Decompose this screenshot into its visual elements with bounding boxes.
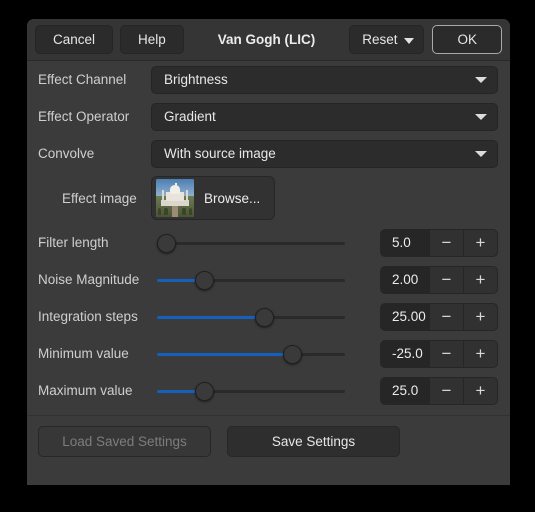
integration-steps-decrement-button[interactable]: − — [429, 303, 463, 330]
plus-icon: + — [475, 233, 486, 252]
minus-icon: − — [441, 307, 452, 326]
page-title: Van Gogh (LIC) — [217, 32, 316, 47]
browse-effect-image-button[interactable]: Browse... — [151, 176, 276, 220]
integration-steps-slider[interactable] — [153, 305, 349, 329]
slider-handle[interactable] — [282, 344, 302, 364]
row-convolve: Convolve With source image — [27, 135, 510, 172]
plus-icon: + — [475, 381, 486, 400]
filter-length-slider[interactable] — [153, 231, 349, 255]
filter-length-increment-button[interactable]: + — [463, 229, 497, 256]
dialog-body: Effect Channel Brightness Effect Operato… — [27, 61, 510, 457]
row-minimum-value: Minimum value -25.0 − + — [27, 335, 510, 372]
browse-button-label: Browse... — [204, 190, 261, 206]
effect-operator-value: Gradient — [164, 109, 216, 124]
noise-magnitude-slider[interactable] — [153, 268, 349, 292]
noise-magnitude-decrement-button[interactable]: − — [429, 266, 463, 293]
label-effect-channel: Effect Channel — [38, 72, 127, 87]
reset-button-label: Reset — [362, 32, 398, 47]
integration-steps-stepper[interactable]: 25.00 − + — [380, 302, 498, 331]
help-button-label: Help — [138, 32, 166, 47]
row-maximum-value: Maximum value 25.0 − + — [27, 372, 510, 409]
minus-icon: − — [441, 233, 452, 252]
label-convolve: Convolve — [38, 146, 95, 161]
minimum-value-decrement-button[interactable]: − — [429, 340, 463, 367]
ok-button[interactable]: OK — [432, 25, 502, 54]
maximum-value-increment-button[interactable]: + — [463, 377, 497, 404]
slider-handle[interactable] — [156, 233, 176, 253]
minus-icon: − — [441, 270, 452, 289]
cancel-button[interactable]: Cancel — [35, 25, 114, 54]
filter-length-decrement-button[interactable]: − — [429, 229, 463, 256]
effect-channel-select[interactable]: Brightness — [151, 65, 498, 94]
row-noise-magnitude: Noise Magnitude 2.00 − + — [27, 261, 510, 298]
help-button[interactable]: Help — [120, 25, 184, 54]
slider-handle[interactable] — [194, 270, 214, 290]
convolve-select[interactable]: With source image — [151, 139, 498, 168]
slider-handle[interactable] — [254, 307, 274, 327]
maximum-value-stepper[interactable]: 25.0 − + — [380, 376, 498, 405]
label-filter-length: Filter length — [38, 235, 109, 250]
minus-icon: − — [441, 344, 452, 363]
filter-length-stepper[interactable]: 5.0 − + — [380, 228, 498, 257]
label-effect-operator: Effect Operator — [38, 109, 130, 124]
ok-button-label: OK — [457, 32, 477, 47]
chevron-down-icon — [475, 113, 487, 120]
dialog-footer: Load Saved Settings Save Settings — [27, 415, 510, 457]
load-saved-settings-button[interactable]: Load Saved Settings — [38, 426, 211, 457]
maximum-value-slider[interactable] — [153, 379, 349, 403]
noise-magnitude-input[interactable]: 2.00 — [381, 266, 429, 293]
reset-dropdown-button[interactable]: Reset — [349, 25, 425, 54]
row-integration-steps: Integration steps 25.00 − + — [27, 298, 510, 335]
save-settings-button[interactable]: Save Settings — [227, 426, 400, 457]
plus-icon: + — [475, 344, 486, 363]
noise-magnitude-stepper[interactable]: 2.00 − + — [380, 265, 498, 294]
minimum-value-input[interactable]: -25.0 — [381, 340, 429, 367]
cancel-button-label: Cancel — [53, 32, 96, 47]
row-effect-channel: Effect Channel Brightness — [27, 61, 510, 98]
convolve-value: With source image — [164, 146, 276, 161]
label-effect-image: Effect image — [62, 190, 137, 206]
minimum-value-slider[interactable] — [153, 342, 349, 366]
van-gogh-lic-dialog: Cancel Help Van Gogh (LIC) Reset OK Effe… — [27, 19, 510, 485]
dialog-header-bar: Cancel Help Van Gogh (LIC) Reset OK — [27, 19, 510, 61]
label-noise-magnitude: Noise Magnitude — [38, 272, 140, 287]
row-effect-operator: Effect Operator Gradient — [27, 98, 510, 135]
integration-steps-increment-button[interactable]: + — [463, 303, 497, 330]
label-integration-steps: Integration steps — [38, 309, 138, 324]
minimum-value-stepper[interactable]: -25.0 − + — [380, 339, 498, 368]
minimum-value-increment-button[interactable]: + — [463, 340, 497, 367]
load-saved-settings-label: Load Saved Settings — [62, 434, 187, 449]
maximum-value-input[interactable]: 25.0 — [381, 377, 429, 404]
save-settings-label: Save Settings — [271, 434, 356, 449]
taj-mahal-thumbnail-icon — [156, 179, 194, 217]
effect-operator-select[interactable]: Gradient — [151, 102, 498, 131]
chevron-down-icon — [404, 37, 415, 44]
chevron-down-icon — [475, 150, 487, 157]
maximum-value-decrement-button[interactable]: − — [429, 377, 463, 404]
integration-steps-input[interactable]: 25.00 — [381, 303, 429, 330]
minus-icon: − — [441, 381, 452, 400]
chevron-down-icon — [475, 76, 487, 83]
effect-channel-value: Brightness — [164, 72, 228, 87]
slider-handle[interactable] — [194, 381, 214, 401]
label-maximum-value: Maximum value — [38, 383, 133, 398]
plus-icon: + — [475, 270, 486, 289]
row-effect-image: Effect image Browse... — [27, 172, 510, 224]
filter-length-input[interactable]: 5.0 — [381, 229, 429, 256]
row-filter-length: Filter length 5.0 − + — [27, 224, 510, 261]
noise-magnitude-increment-button[interactable]: + — [463, 266, 497, 293]
plus-icon: + — [475, 307, 486, 326]
label-minimum-value: Minimum value — [38, 346, 129, 361]
